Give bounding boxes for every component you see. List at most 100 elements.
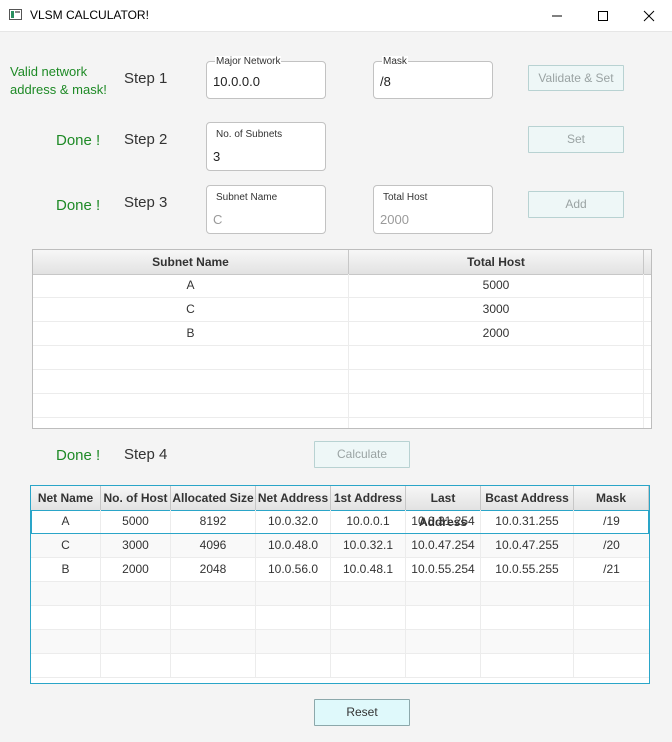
- cell-subnet-name: C: [33, 298, 349, 321]
- table-row[interactable]: C 3000 4096 10.0.48.0 10.0.32.1 10.0.47.…: [31, 534, 649, 558]
- cell-allocated-size: 2048: [171, 558, 256, 581]
- maximize-button[interactable]: [580, 0, 626, 31]
- set-button[interactable]: Set: [528, 126, 624, 153]
- empty-cell: [406, 630, 481, 653]
- empty-cell: [31, 654, 101, 677]
- table-row[interactable]: A 5000: [33, 274, 651, 298]
- cell-allocated-size: 4096: [171, 534, 256, 557]
- column-header-net-name[interactable]: Net Name: [31, 486, 101, 510]
- subnets-count-field[interactable]: No. of Subnets 3: [206, 122, 326, 171]
- maximize-icon: [598, 11, 608, 21]
- empty-cell: [481, 654, 574, 677]
- cell-bcast-address: 10.0.47.255: [481, 534, 574, 557]
- empty-cell: [331, 606, 406, 629]
- cell-net-name: A: [31, 510, 101, 533]
- total-host-input[interactable]: 2000: [380, 212, 409, 227]
- cell-net-address: 10.0.56.0: [256, 558, 331, 581]
- step4-label: Step 4: [124, 446, 168, 463]
- column-header-no-of-host[interactable]: No. of Host: [101, 486, 171, 510]
- cell-net-address: 10.0.32.0: [256, 510, 331, 533]
- empty-cell: [349, 394, 644, 417]
- column-header-bcast-address[interactable]: Bcast Address: [481, 486, 574, 510]
- step3-label: Step 3: [124, 194, 168, 211]
- reset-button[interactable]: Reset: [314, 699, 410, 726]
- cell-allocated-size: 8192: [171, 510, 256, 533]
- cell-no-of-host: 2000: [101, 558, 171, 581]
- cell-net-name: C: [31, 534, 101, 557]
- empty-cell: [33, 418, 349, 428]
- empty-cell: [481, 630, 574, 653]
- cell-total-host: 5000: [349, 274, 644, 297]
- empty-cell: [33, 346, 349, 369]
- total-host-field[interactable]: Total Host 2000: [373, 185, 493, 234]
- minimize-button[interactable]: [534, 0, 580, 31]
- subnet-name-input[interactable]: C: [213, 212, 222, 227]
- mask-input[interactable]: /8: [380, 74, 391, 89]
- subnets-count-input[interactable]: 3: [213, 149, 220, 164]
- empty-table-row: [31, 582, 649, 606]
- mask-field[interactable]: Mask /8: [373, 56, 493, 99]
- result-table[interactable]: Net Name No. of Host Allocated Size Net …: [30, 485, 650, 684]
- subnet-name-field[interactable]: Subnet Name C: [206, 185, 326, 234]
- table-row[interactable]: B 2000 2048 10.0.56.0 10.0.48.1 10.0.55.…: [31, 558, 649, 582]
- empty-cell: [256, 630, 331, 653]
- empty-cell: [331, 630, 406, 653]
- column-header-subnet-name[interactable]: Subnet Name: [33, 250, 349, 274]
- subnet-table-header: Subnet Name Total Host: [33, 250, 651, 275]
- title-bar[interactable]: VLSM CALCULATOR!: [0, 0, 672, 32]
- cell-subnet-name: A: [33, 274, 349, 297]
- empty-cell: [101, 606, 171, 629]
- calculate-button[interactable]: Calculate: [314, 441, 410, 468]
- empty-cell: [406, 606, 481, 629]
- cell-last-address: 10.0.31.254: [406, 510, 481, 533]
- cell-no-of-host: 3000: [101, 534, 171, 557]
- empty-cell: [101, 654, 171, 677]
- major-network-field[interactable]: Major Network 10.0.0.0: [206, 56, 326, 99]
- column-header-last-address[interactable]: Last Address: [406, 486, 481, 529]
- step3-status: Done !: [56, 197, 101, 214]
- empty-table-row: [33, 370, 651, 394]
- empty-table-row: [31, 630, 649, 654]
- empty-table-row: [33, 394, 651, 418]
- cell-first-address: 10.0.32.1: [331, 534, 406, 557]
- empty-table-row: [33, 418, 651, 428]
- empty-cell: [171, 582, 256, 605]
- cell-bcast-address: 10.0.31.255: [481, 510, 574, 533]
- empty-cell: [171, 606, 256, 629]
- cell-first-address: 10.0.0.1: [331, 510, 406, 533]
- column-header-net-address[interactable]: Net Address: [256, 486, 331, 510]
- add-button[interactable]: Add: [528, 191, 624, 218]
- empty-cell: [101, 630, 171, 653]
- empty-table-row: [33, 346, 651, 370]
- cell-first-address: 10.0.48.1: [331, 558, 406, 581]
- table-row[interactable]: C 3000: [33, 298, 651, 322]
- subnet-table[interactable]: Subnet Name Total Host A 5000 C 3000 B 2…: [32, 249, 652, 429]
- step2-status: Done !: [56, 132, 101, 149]
- cell-mask: /21: [603, 562, 620, 576]
- column-header-first-address[interactable]: 1st Address: [331, 486, 406, 510]
- close-button[interactable]: [626, 0, 672, 31]
- column-header-allocated-size[interactable]: Allocated Size: [171, 486, 256, 510]
- table-row[interactable]: A 5000 8192 10.0.32.0 10.0.0.1 10.0.31.2…: [31, 510, 649, 534]
- empty-cell: [31, 606, 101, 629]
- major-network-input[interactable]: 10.0.0.0: [213, 74, 260, 89]
- cell-mask: /20: [603, 538, 620, 552]
- empty-cell: [33, 370, 349, 393]
- close-icon: [643, 10, 655, 22]
- table-row[interactable]: B 2000: [33, 322, 651, 346]
- cell-total-host: 3000: [349, 298, 644, 321]
- validate-set-button[interactable]: Validate & Set: [528, 65, 624, 91]
- cell-no-of-host: 5000: [101, 510, 171, 533]
- empty-cell: [406, 582, 481, 605]
- column-header-mask[interactable]: Mask: [574, 486, 649, 510]
- empty-cell: [171, 630, 256, 653]
- cell-net-address: 10.0.48.0: [256, 534, 331, 557]
- empty-table-row: [31, 606, 649, 630]
- empty-cell: [481, 606, 574, 629]
- empty-cell: [171, 654, 256, 677]
- column-header-total-host[interactable]: Total Host: [349, 250, 644, 274]
- empty-cell: [331, 582, 406, 605]
- result-table-header: Net Name No. of Host Allocated Size Net …: [31, 486, 649, 529]
- app-window-icon: [9, 9, 22, 20]
- empty-cell: [101, 582, 171, 605]
